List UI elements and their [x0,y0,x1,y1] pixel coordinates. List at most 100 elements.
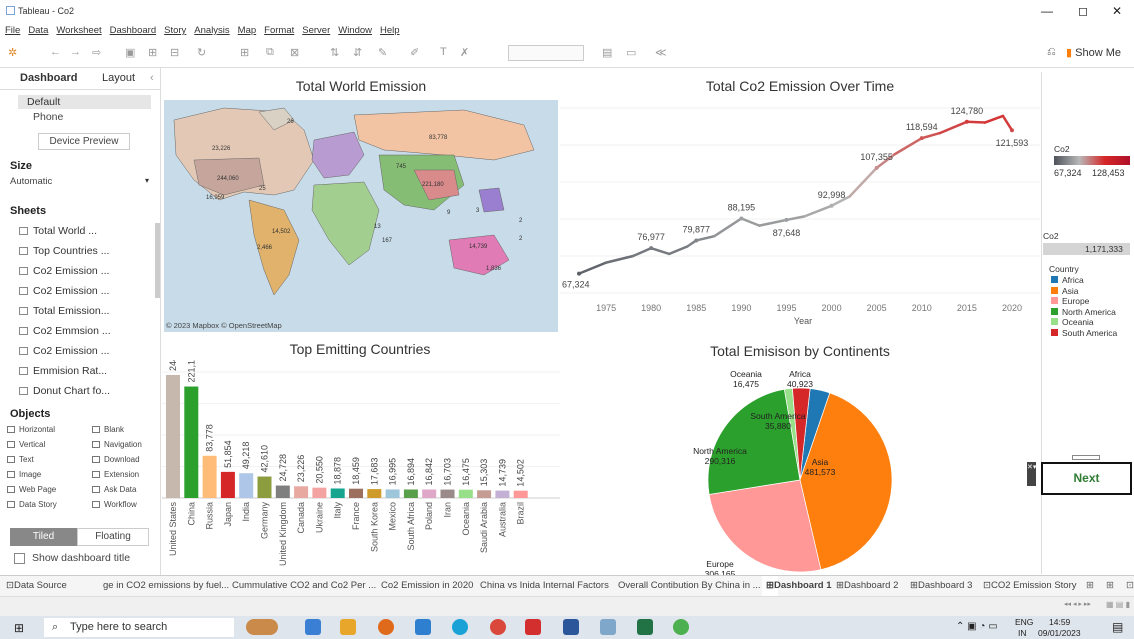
line-chart[interactable]: 67,324 76,977 79,877 88,195 87,648 92,998 107,… [560,98,1040,334]
tiled-button[interactable]: Tiled [10,528,77,546]
device-default[interactable]: Default [27,96,60,108]
clock-time[interactable]: 14:59 [1049,617,1070,627]
legend-item[interactable]: North America [1051,307,1117,318]
sort-desc-icon[interactable]: ⇵ [353,46,362,59]
object-image[interactable]: Image [7,470,41,479]
pen-icon[interactable]: ✐ [410,46,419,59]
sheet-item[interactable]: Co2 Emission ... [19,265,109,277]
sheet-item[interactable]: Co2 Emmsion ... [19,325,111,337]
tab-sheet[interactable]: Overall Contibution By China in ... [618,576,761,596]
show-title-checkbox[interactable] [14,553,25,564]
new-dashboard-tab-icon[interactable]: ⊞ [1106,576,1114,596]
close-button[interactable]: ✕ [1102,0,1132,22]
pin-icon[interactable]: ✗ [460,46,469,59]
swap-icon[interactable]: ⊞ [240,46,249,59]
menu-story[interactable]: Story [164,25,186,36]
sheet-item[interactable]: Co2 Emission ... [19,285,109,297]
new-sheet-icon[interactable]: ⊟ [170,46,179,59]
size-dropdown[interactable]: Automatic [10,176,52,187]
object-blank[interactable]: Blank [92,425,124,434]
tableau-logo-icon[interactable]: ✲ [8,46,17,59]
language-indicator[interactable]: ENG [1015,617,1033,627]
sheets-scrollbar[interactable] [155,223,160,298]
world-map[interactable]: 26 83,778 23,226 244,060 221,180 16,959 … [164,100,558,332]
menu-server[interactable]: Server [302,25,330,36]
object-data-story[interactable]: Data Story [7,500,57,509]
show-me-button[interactable]: ▮ Show Me [1066,46,1121,59]
floating-close-icon[interactable]: ✕▾ [1027,462,1036,486]
collapse-icon[interactable]: ‹ [150,72,154,84]
minimize-button[interactable]: — [1032,0,1062,22]
new-story-tab-icon[interactable]: ⊡ [1126,576,1134,596]
tab-sheet[interactable]: China vs Inida Internal Factors [480,576,609,596]
sheet-item[interactable]: Emmision Rat... [19,365,107,377]
menu-dashboard[interactable]: Dashboard [110,25,156,36]
task-view-icon[interactable] [305,619,321,635]
sheet-item[interactable]: Total World ... [19,225,97,237]
share-icon[interactable]: ≪ [655,46,667,59]
tab-data-source[interactable]: ⊡ Data Source [6,576,67,596]
show-labels-icon[interactable]: ▤ [602,46,612,59]
maximize-button[interactable]: ◻ [1068,0,1098,22]
menu-window[interactable]: Window [338,25,372,36]
clear-icon[interactable]: ⊠ [290,46,299,59]
pie-chart[interactable]: Africa40,923Asia481,573Europe306,165Nort… [690,362,900,575]
object-vertical[interactable]: Vertical [7,440,45,449]
device-preview-button[interactable]: Device Preview [38,133,130,150]
tray-icons[interactable]: ⌃ ▣ ◔ ▭ [956,621,998,632]
legend-item[interactable]: South America [1051,328,1117,339]
redo-icon[interactable]: ⇨ [92,46,101,59]
tab-dashboard-1[interactable]: ⊞ Dashboard 1 [762,576,832,596]
menu-data[interactable]: Data [28,25,48,36]
food-icon[interactable] [246,619,278,635]
object-navigation[interactable]: Navigation [92,440,142,449]
word-icon[interactable] [563,619,579,635]
object-download[interactable]: Download [92,455,140,464]
next-button[interactable]: Next [1041,462,1132,495]
notifications-icon[interactable]: ▤ [1112,620,1123,634]
floating-button[interactable]: Floating [77,528,149,546]
tab-story[interactable]: ⊡ CO2 Emission Story [983,576,1077,596]
drag-handle-icon[interactable] [1072,455,1100,460]
sheet-nav-icon[interactable]: ◂◂ ◂ ▸ ▸▸ [1064,600,1091,608]
object-extension[interactable]: Extension [92,470,139,479]
object-horizontal[interactable]: Horizontal [7,425,55,434]
size-dropdown-arrow-icon[interactable]: ▾ [145,176,149,185]
legend-item[interactable]: Oceania [1051,317,1117,328]
windows-start-icon[interactable]: ⊞ [14,621,24,635]
bar-chart[interactable]: 244,060 United States 221,180 China 83,778 Ru… [162,360,562,572]
chrome-icon[interactable] [490,619,506,635]
tab-sheet[interactable]: ge in CO2 emissions by fuel... [103,576,229,596]
chrome-2-icon[interactable] [673,619,689,635]
menu-file[interactable]: File [5,25,20,36]
legend-item[interactable]: Europe [1051,296,1117,307]
menu-help[interactable]: Help [380,25,400,36]
tab-sheet[interactable]: Co2 Emission in 2020 [381,576,473,596]
firefox-icon[interactable] [378,619,394,635]
object-ask-data[interactable]: Ask Data [92,485,136,494]
menu-map[interactable]: Map [238,25,256,36]
edge-icon[interactable] [452,619,468,635]
sheet-item[interactable]: Total Emission... [19,305,109,317]
menu-worksheet[interactable]: Worksheet [56,25,101,36]
acrobat-icon[interactable] [525,619,541,635]
object-text[interactable]: Text [7,455,34,464]
undo-bookmark-icon[interactable]: ⎌ [1047,46,1056,59]
fit-dropdown[interactable] [508,45,584,61]
refresh-icon[interactable]: ↻ [197,46,206,59]
text-icon[interactable]: T [440,46,447,58]
device-phone[interactable]: Phone [33,111,63,123]
file-explorer-icon[interactable] [340,619,356,635]
menu-analysis[interactable]: Analysis [194,25,229,36]
object-web-page[interactable]: Web Page [7,485,56,494]
tab-layout[interactable]: Layout [102,72,135,84]
legend-item[interactable]: Asia [1051,286,1117,297]
legend-item[interactable]: Africa [1051,275,1117,286]
sheet-item[interactable]: Co2 Emission ... [19,345,109,357]
tab-dashboard-3[interactable]: ⊞ Dashboard 3 [910,576,972,596]
save-icon[interactable]: ▣ [125,46,135,59]
back-icon[interactable]: ← [50,46,61,58]
new-data-source-icon[interactable]: ⊞ [148,46,157,59]
duplicate-icon[interactable]: ⧉ [266,46,274,59]
view-mode-icon[interactable]: ▦ ▤ ▮ [1106,600,1130,609]
